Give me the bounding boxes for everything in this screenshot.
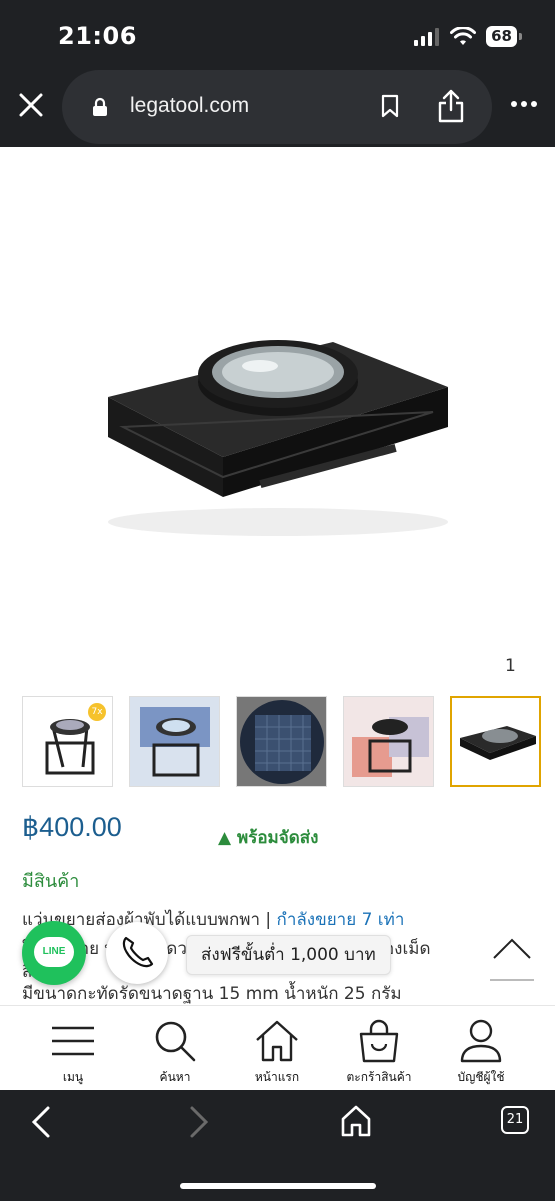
share-icon[interactable] [436, 88, 466, 124]
browser-top-bar: 21:06 68 legatool.com [0, 0, 555, 147]
close-icon[interactable] [14, 88, 48, 122]
status-icons: 68 [414, 26, 522, 47]
wifi-icon [450, 26, 477, 45]
home-icon[interactable] [340, 1104, 372, 1138]
thumbnail-4[interactable] [343, 696, 434, 787]
site-bottom-nav: เมนู ค้นหา หน้าแรก ตะกร้าสินค้า บัญชีผู้… [0, 1005, 555, 1090]
line-chat-button[interactable]: LINE [22, 921, 86, 985]
thumbnail-2[interactable] [129, 696, 220, 787]
scroll-to-top-icon[interactable] [490, 928, 534, 984]
magnification-badge: 7x [88, 703, 106, 721]
nav-label: เมนู [62, 1070, 84, 1084]
home-indicator [180, 1183, 376, 1189]
thumbnail-3[interactable] [236, 696, 327, 787]
menu-icon [52, 1026, 94, 1056]
address-bar[interactable]: legatool.com [62, 70, 492, 144]
thumbnail-5[interactable] [450, 696, 541, 787]
phone-icon [122, 936, 154, 968]
line-logo: LINE [34, 937, 74, 967]
free-shipping-notice: ส่งฟรีขั้นต่ำ 1,000 บาท [186, 935, 391, 975]
home-icon [256, 1020, 298, 1062]
nav-home[interactable]: หน้าแรก [227, 1018, 327, 1087]
nav-cart[interactable]: ตะกร้าสินค้า [329, 1018, 429, 1087]
more-options-icon[interactable] [510, 100, 538, 108]
battery-indicator: 68 [486, 26, 522, 47]
url-text[interactable]: legatool.com [130, 94, 249, 118]
product-main-image[interactable] [78, 222, 480, 610]
nav-label: ค้นหา [159, 1070, 191, 1084]
product-price: ฿400.00 [22, 812, 122, 842]
nav-label: บัญชีผู้ใช้ [457, 1070, 505, 1084]
lock-icon [93, 97, 107, 116]
call-button[interactable] [106, 922, 168, 984]
tabs-button[interactable]: 21 [501, 1106, 529, 1134]
back-icon[interactable] [28, 1104, 54, 1140]
user-icon [460, 1019, 502, 1063]
signal-icon [414, 27, 440, 46]
nav-label: หน้าแรก [254, 1070, 300, 1084]
ready-to-ship-status: ▲ พร้อมจัดส่ง [218, 828, 319, 848]
nav-menu[interactable]: เมนู [23, 1018, 123, 1087]
thumbnail-1[interactable]: 7x [22, 696, 113, 787]
search-icon [155, 1021, 196, 1062]
thumbnail-strip: 7x [22, 696, 555, 788]
stock-status: มีสินค้า [22, 871, 80, 892]
cart-icon [359, 1019, 399, 1063]
nav-search[interactable]: ค้นหา [125, 1018, 225, 1087]
status-time: 21:06 [58, 22, 137, 50]
image-counter: 1 [505, 656, 516, 676]
bookmark-icon[interactable] [380, 94, 400, 118]
desc-highlight: กำลังขยาย 7 เท่า [276, 910, 405, 930]
forward-icon[interactable] [186, 1104, 212, 1140]
nav-account[interactable]: บัญชีผู้ใช้ [431, 1018, 531, 1087]
nav-label: ตะกร้าสินค้า [346, 1070, 412, 1084]
